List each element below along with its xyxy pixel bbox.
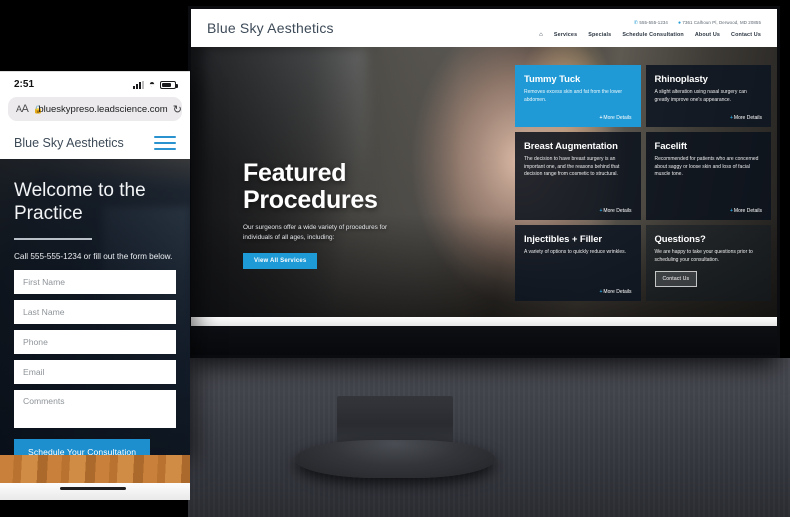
phone-call-text: Call 555-555-1234 or fill out the form b… bbox=[14, 252, 173, 261]
phone-hero-title: Welcome to the Practice bbox=[14, 180, 146, 224]
header-phone-text: 555-555-1234 bbox=[639, 20, 668, 25]
card-title: Rhinoplasty bbox=[654, 74, 708, 85]
contact-us-button[interactable]: Contact Us bbox=[654, 271, 698, 288]
procedure-card-facelift[interactable]: Facelift Recommended for patients who ar… bbox=[645, 132, 771, 220]
cellular-signal-icon bbox=[132, 80, 144, 89]
hero-section: Featured Procedures Our surgeons offer a… bbox=[191, 47, 777, 317]
home-icon[interactable]: ⌂ bbox=[539, 32, 543, 38]
nav-item-services[interactable]: Services bbox=[554, 32, 577, 38]
phone-field[interactable]: Phone bbox=[14, 330, 176, 354]
title-divider bbox=[14, 238, 92, 240]
hero-title-line2: Procedures bbox=[243, 186, 378, 214]
reload-icon[interactable]: ↻ bbox=[173, 103, 182, 116]
nav-item-specials[interactable]: Specials bbox=[588, 32, 611, 38]
card-body: Recommended for patients who are concern… bbox=[654, 156, 759, 178]
hero-copy-block: Featured Procedures Our surgeons offer a… bbox=[243, 160, 458, 269]
hero-title-line1: Featured bbox=[243, 159, 347, 187]
card-title: Breast Augmentation bbox=[524, 141, 618, 152]
procedure-card-injectibles-filler[interactable]: Injectibles + Filler A variety of option… bbox=[515, 225, 641, 302]
wifi-icon: ◓ bbox=[148, 78, 155, 90]
procedure-card-grid: Tummy Tuck Removes excess skin and fat f… bbox=[515, 65, 771, 302]
more-details-link[interactable]: +More Details bbox=[600, 115, 632, 121]
card-body: A slight alteration using nasal surgery … bbox=[654, 89, 747, 103]
questions-card: Questions? We are happy to take your que… bbox=[645, 225, 771, 302]
more-details-link[interactable]: +More Details bbox=[600, 208, 632, 214]
monitor-stand-base bbox=[295, 440, 495, 478]
view-all-services-button[interactable]: View All Services bbox=[243, 253, 318, 269]
plus-icon: + bbox=[599, 208, 603, 214]
more-details-label: More Details bbox=[603, 208, 632, 214]
header-address-text: 7361 Calhoun Pl, Derwood, MD 20855 bbox=[682, 20, 761, 25]
desktop-screen: Blue Sky Aesthetics ✆ 555-555-1234 ● 736… bbox=[191, 9, 777, 326]
header-phone[interactable]: ✆ 555-555-1234 bbox=[634, 18, 668, 28]
battery-icon bbox=[160, 80, 178, 89]
card-body: Removes excess skin and fat from the low… bbox=[524, 89, 623, 103]
monitor-bezel-bottom bbox=[191, 317, 777, 355]
more-details-label: More Details bbox=[603, 289, 632, 296]
mobile-phone: 2:51 ◓ AA 🔒 blueskypreso.leadscience.com… bbox=[0, 71, 190, 455]
phone-hero-section: Welcome to the Practice Call 555-555-123… bbox=[0, 159, 190, 455]
comments-field[interactable]: Comments bbox=[14, 390, 176, 428]
phone-icon: ✆ bbox=[633, 20, 639, 26]
main-navigation: ⌂ Services Specials Schedule Consultatio… bbox=[539, 32, 761, 38]
more-details-label: More Details bbox=[603, 115, 632, 121]
more-details-link[interactable]: +More Details bbox=[730, 208, 762, 214]
card-title: Questions? bbox=[654, 234, 706, 245]
more-details-link[interactable]: +More Details bbox=[730, 115, 762, 121]
card-title: Facelift bbox=[654, 141, 688, 152]
header-address[interactable]: ● 7361 Calhoun Pl, Derwood, MD 20855 bbox=[678, 18, 761, 28]
card-body: We are happy to take your questions prio… bbox=[654, 249, 753, 263]
text-size-button[interactable]: AA bbox=[16, 103, 29, 115]
site-header: Blue Sky Aesthetics ✆ 555-555-1234 ● 736… bbox=[191, 9, 777, 47]
first-name-field[interactable]: First Name bbox=[14, 270, 176, 294]
hero-subtitle: Our surgeons offer a wide variety of pro… bbox=[243, 224, 388, 241]
nav-item-schedule-consultation[interactable]: Schedule Consultation bbox=[622, 32, 684, 38]
plus-icon: + bbox=[730, 208, 733, 214]
plus-icon: + bbox=[730, 115, 733, 121]
more-details-label: More Details bbox=[733, 115, 762, 121]
plus-icon: + bbox=[599, 289, 603, 296]
procedure-card-rhinoplasty[interactable]: Rhinoplasty A slight alteration using na… bbox=[645, 65, 771, 127]
email-field[interactable]: Email bbox=[14, 360, 176, 384]
phone-bottom-edge bbox=[0, 483, 190, 500]
product-mockup-scene: Blue Sky Aesthetics ✆ 555-555-1234 ● 736… bbox=[0, 0, 790, 517]
nav-item-about-us[interactable]: About Us bbox=[695, 32, 720, 38]
wooden-desk-surface bbox=[0, 455, 190, 483]
more-details-link[interactable]: +More Details bbox=[600, 289, 632, 295]
hero-title: Featured Procedures bbox=[243, 160, 458, 214]
phone-speaker-slot bbox=[60, 487, 126, 490]
plus-icon: + bbox=[599, 115, 603, 121]
procedure-card-tummy-tuck[interactable]: Tummy Tuck Removes excess skin and fat f… bbox=[515, 65, 641, 127]
status-icons-group: ◓ bbox=[132, 78, 178, 90]
map-pin-icon: ● bbox=[677, 20, 682, 26]
card-body: A variety of options to quickly reduce w… bbox=[524, 249, 626, 255]
last-name-field[interactable]: Last Name bbox=[14, 300, 176, 324]
schedule-consultation-button[interactable]: Schedule Your Consultation bbox=[14, 439, 151, 455]
more-details-label: More Details bbox=[733, 208, 762, 214]
desk-surface bbox=[188, 358, 790, 517]
nav-item-contact-us[interactable]: Contact Us bbox=[731, 32, 761, 38]
site-brand-logo[interactable]: Blue Sky Aesthetics bbox=[207, 20, 334, 36]
header-contact-line: ✆ 555-555-1234 ● 7361 Calhoun Pl, Derwoo… bbox=[539, 18, 761, 28]
phone-hero-content: Welcome to the Practice Call 555-555-123… bbox=[0, 159, 190, 455]
header-right-group: ✆ 555-555-1234 ● 7361 Calhoun Pl, Derwoo… bbox=[539, 18, 765, 38]
hamburger-menu-icon[interactable] bbox=[154, 135, 176, 151]
browser-address-bar[interactable]: AA 🔒 blueskypreso.leadscience.com ↻ bbox=[8, 97, 182, 121]
card-title: Injectibles + Filler bbox=[524, 234, 602, 245]
phone-status-bar: 2:51 ◓ bbox=[0, 72, 190, 97]
desktop-monitor: Blue Sky Aesthetics ✆ 555-555-1234 ● 736… bbox=[188, 6, 780, 358]
procedure-card-breast-augmentation[interactable]: Breast Augmentation The decision to have… bbox=[515, 132, 641, 220]
url-text[interactable]: blueskypreso.leadscience.com bbox=[38, 104, 167, 115]
status-time: 2:51 bbox=[14, 79, 35, 90]
phone-site-brand[interactable]: Blue Sky Aesthetics bbox=[14, 136, 124, 150]
card-title: Tummy Tuck bbox=[524, 74, 581, 85]
card-body: The decision to have breast surgery is a… bbox=[524, 156, 620, 178]
phone-site-header: Blue Sky Aesthetics bbox=[0, 127, 190, 159]
